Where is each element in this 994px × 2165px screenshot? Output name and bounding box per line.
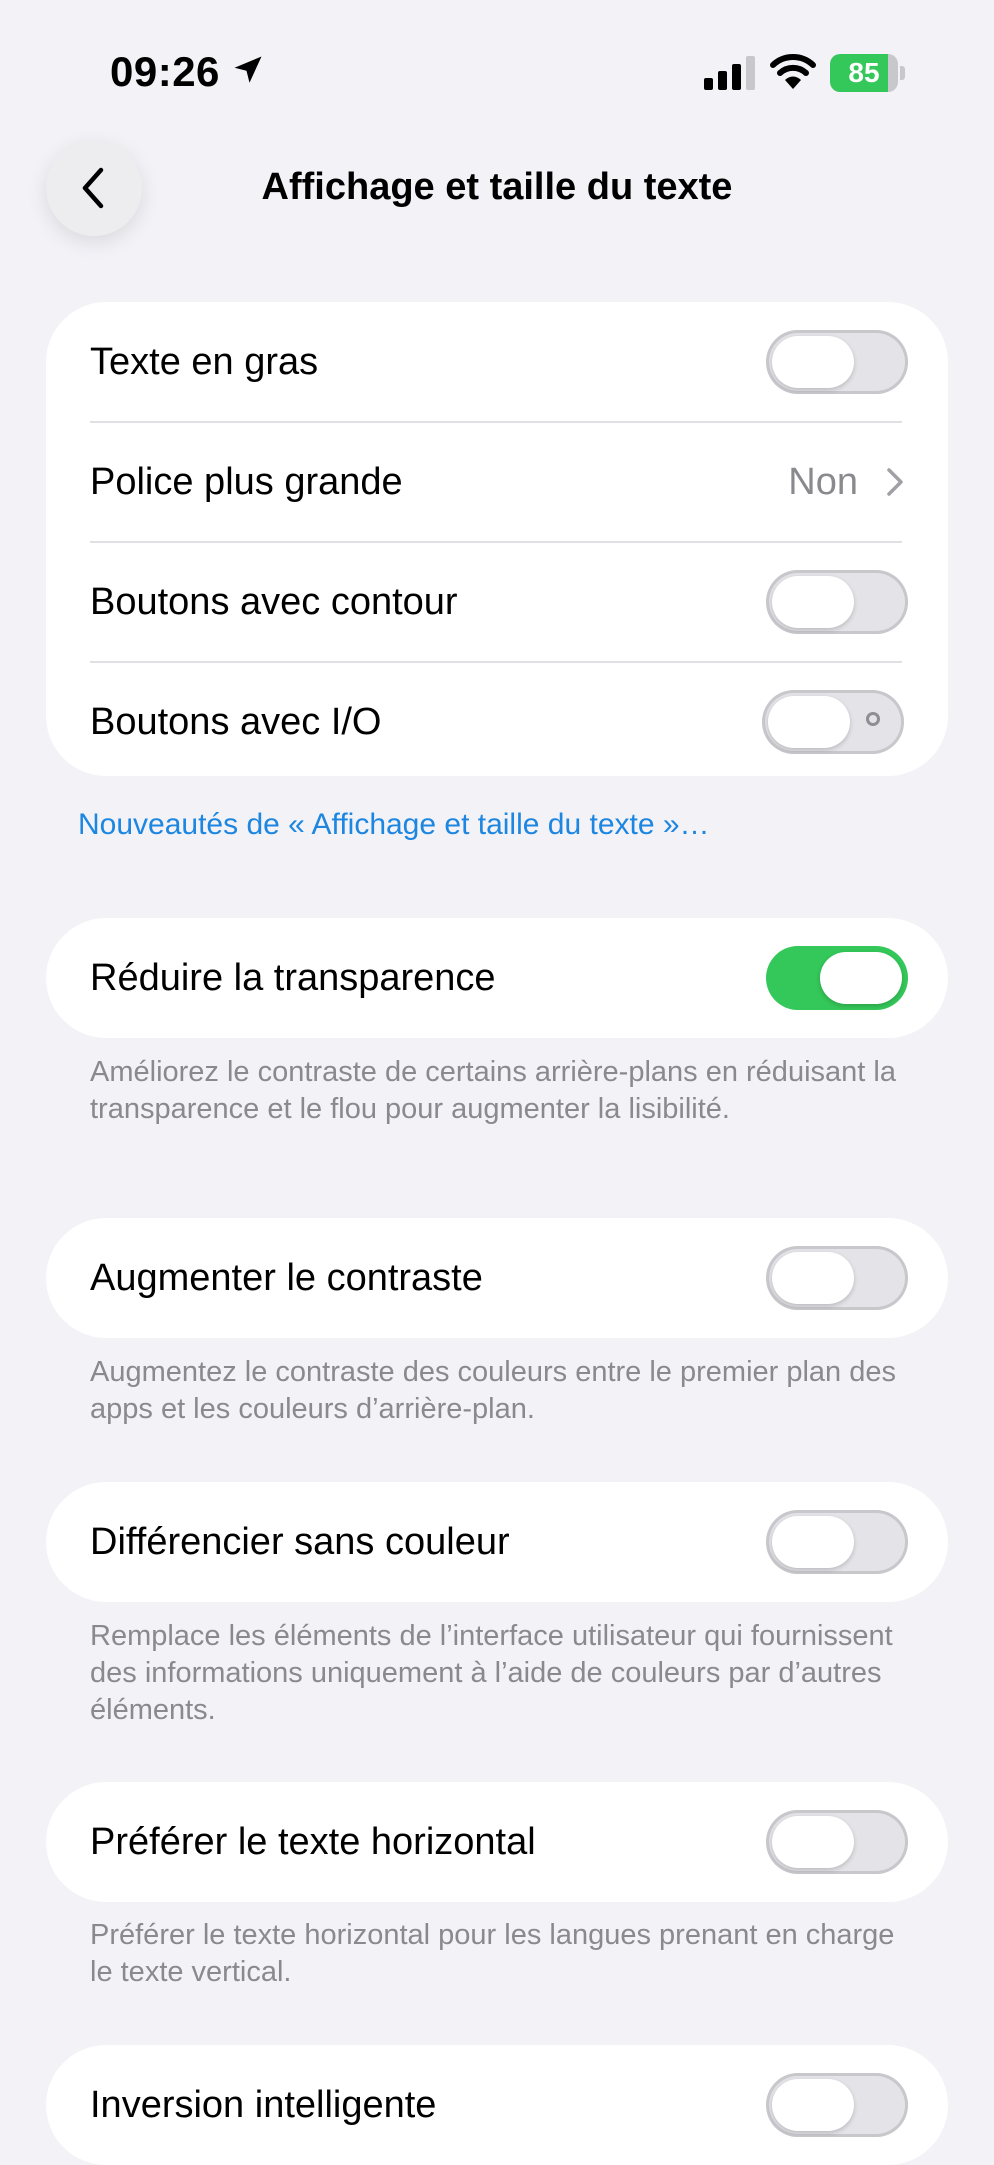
differentiate-without-color-card: Différencier sans couleur xyxy=(46,1482,948,1602)
row-label: Boutons avec I/O xyxy=(90,701,382,743)
row-label: Boutons avec contour xyxy=(90,581,458,623)
footnote: Remplace les éléments de l’interface uti… xyxy=(90,1620,893,1726)
battery-indicator: 85 xyxy=(830,54,906,92)
whats-new-link[interactable]: Nouveautés de « Affichage et taille du t… xyxy=(78,808,710,842)
smart-invert-toggle[interactable] xyxy=(766,2073,908,2137)
increase-contrast-toggle[interactable] xyxy=(766,1246,908,1310)
row-on-off-labels: Boutons avec I/O xyxy=(46,662,948,782)
reduce-transparency-card: Réduire la transparence xyxy=(46,918,948,1038)
status-bar: 09:26 85 xyxy=(0,0,994,140)
location-arrow-icon xyxy=(234,56,262,83)
row-button-shapes: Boutons avec contour xyxy=(46,542,948,662)
differentiate-without-color-toggle[interactable] xyxy=(766,1510,908,1574)
text-options-card: Texte en gras Police plus grande Non Bou… xyxy=(46,302,948,776)
prefer-horizontal-text-toggle[interactable] xyxy=(766,1810,908,1874)
battery-cap xyxy=(900,66,905,80)
battery-level: 85 xyxy=(848,57,880,88)
reduce-transparency-toggle[interactable] xyxy=(766,946,908,1010)
row-larger-font[interactable]: Police plus grande Non xyxy=(46,422,948,542)
row-label: Inversion intelligente xyxy=(90,2084,437,2126)
wifi-icon xyxy=(770,54,816,89)
row-label: Texte en gras xyxy=(90,341,319,383)
cellular-signal-icon xyxy=(704,56,755,90)
status-time: 09:26 xyxy=(110,48,220,95)
row-label: Réduire la transparence xyxy=(90,957,496,999)
prefer-horizontal-text-card: Préférer le texte horizontal xyxy=(46,1782,948,1902)
row-value: Non xyxy=(788,461,858,503)
row-label: Augmenter le contraste xyxy=(90,1257,483,1299)
footnote: Améliorez le contraste de certains arriè… xyxy=(90,1056,896,1125)
page-title: Affichage et taille du texte xyxy=(261,166,733,208)
row-label: Différencier sans couleur xyxy=(90,1521,510,1563)
chevron-right-icon xyxy=(887,468,903,496)
bold-text-toggle[interactable] xyxy=(766,330,908,394)
footnote: Préférer le texte horizontal pour les la… xyxy=(90,1919,895,1988)
increase-contrast-card: Augmenter le contraste xyxy=(46,1218,948,1338)
row-label: Préférer le texte horizontal xyxy=(90,1821,536,1863)
smart-invert-card: Inversion intelligente xyxy=(46,2045,948,2165)
row-bold-text: Texte en gras xyxy=(46,302,948,422)
footnote: Augmentez le contraste des couleurs entr… xyxy=(90,1356,896,1425)
row-label: Police plus grande xyxy=(90,461,403,503)
button-shapes-toggle[interactable] xyxy=(766,570,908,634)
on-off-labels-toggle[interactable] xyxy=(762,690,904,754)
off-label-icon xyxy=(866,712,880,726)
